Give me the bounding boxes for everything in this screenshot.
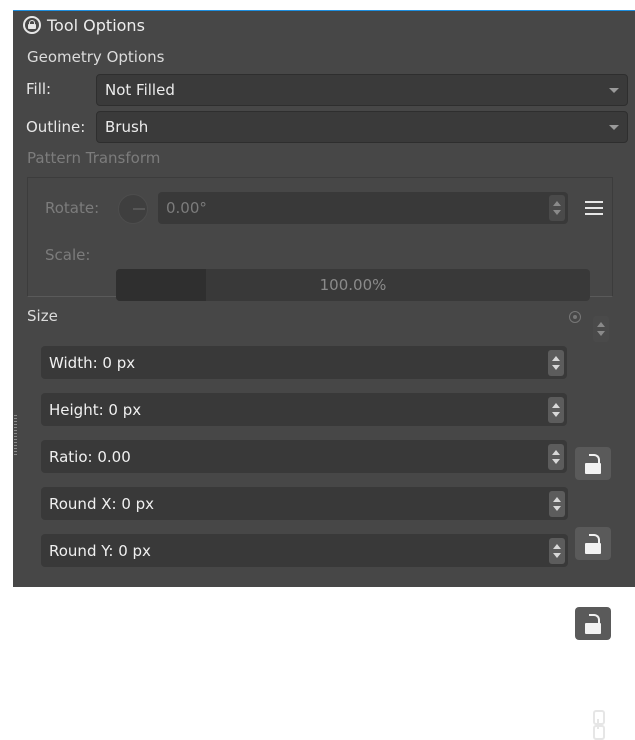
round-x-field[interactable]: Round X: 0 px — [41, 487, 568, 520]
ratio-field[interactable]: Ratio: 0.00 — [41, 440, 567, 473]
scale-spinner[interactable] — [593, 316, 609, 342]
scale-slider[interactable]: 100.00% — [116, 269, 590, 301]
width-lock-button[interactable] — [575, 447, 611, 480]
round-y-field[interactable]: Round Y: 0 px — [41, 534, 568, 567]
round-x-value: Round X: 0 px — [49, 494, 155, 513]
scale-value: 100.00% — [319, 276, 387, 294]
rotate-value: 0.00° — [166, 199, 207, 217]
ratio-value: Ratio: 0.00 — [49, 447, 131, 466]
rotate-field[interactable]: 0.00° — [158, 192, 568, 224]
panel-top-border — [13, 10, 635, 11]
height-field[interactable]: Height: 0 px — [41, 393, 567, 426]
chevron-down-icon — [609, 124, 619, 130]
height-spinner[interactable] — [548, 396, 564, 423]
geometry-options-heading: Geometry Options — [27, 48, 165, 66]
fill-dropdown-value: Not Filled — [105, 81, 175, 99]
rotation-dial-icon[interactable] — [118, 194, 148, 224]
rotate-label: Rotate: — [45, 199, 100, 217]
fill-dropdown[interactable]: Not Filled — [96, 74, 628, 106]
width-value: Width: 0 px — [49, 353, 136, 372]
chevron-down-icon — [609, 87, 619, 93]
scale-label: Scale: — [45, 246, 91, 264]
panel-title-bar[interactable]: Tool Options — [23, 14, 145, 36]
pattern-transform-heading: Pattern Transform — [27, 149, 161, 167]
outline-label: Outline: — [26, 118, 86, 136]
rotate-spinner[interactable] — [549, 195, 565, 221]
round-x-spinner[interactable] — [549, 490, 565, 517]
width-field[interactable]: Width: 0 px — [41, 346, 567, 379]
chain-link-icon[interactable] — [592, 710, 605, 740]
outline-dropdown[interactable]: Brush — [96, 111, 628, 143]
ratio-spinner[interactable] — [548, 443, 564, 470]
panel-title: Tool Options — [47, 15, 145, 35]
lock-circle-icon[interactable] — [23, 16, 41, 34]
fill-label: Fill: — [26, 80, 52, 98]
height-lock-button[interactable] — [575, 527, 611, 560]
ratio-lock-button[interactable] — [575, 607, 611, 640]
height-value: Height: 0 px — [49, 400, 142, 419]
scale-reset-dot-icon[interactable] — [569, 311, 581, 323]
size-heading: Size — [27, 307, 58, 325]
width-spinner[interactable] — [548, 349, 564, 376]
round-y-spinner[interactable] — [549, 537, 565, 564]
dock-resize-grip[interactable] — [14, 415, 17, 457]
round-y-value: Round Y: 0 px — [49, 541, 151, 560]
hamburger-menu-icon[interactable] — [585, 201, 603, 215]
outline-dropdown-value: Brush — [105, 118, 149, 136]
